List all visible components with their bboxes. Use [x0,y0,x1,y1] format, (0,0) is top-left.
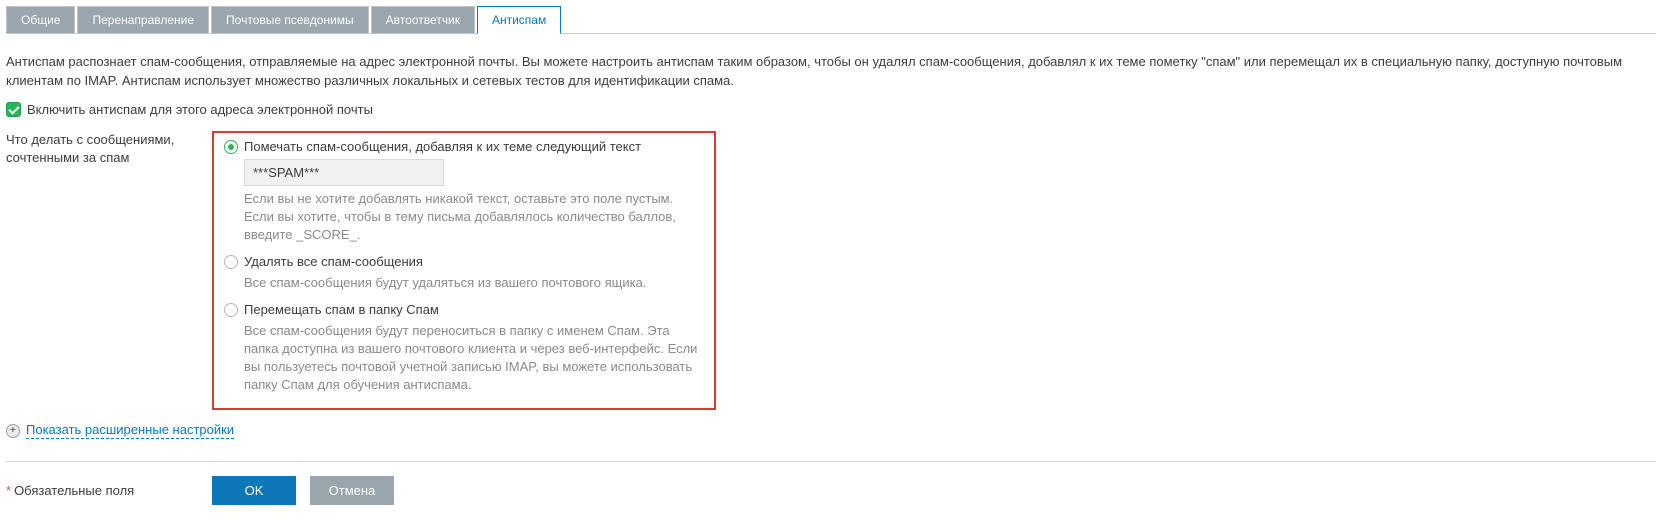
tab-forwarding[interactable]: Перенаправление [77,6,209,33]
tabs-bar: Общие Перенаправление Почтовые псевдоним… [6,6,1656,34]
required-fields-note: *Обязательные поля [6,483,212,498]
enable-antispam-label: Включить антиспам для этого адреса элект… [27,102,373,117]
radio-mark-spam[interactable] [224,140,238,154]
tab-aliases[interactable]: Почтовые псевдонимы [211,6,369,33]
radio-mark-spam-label: Помечать спам-сообщения, добавляя к их т… [244,139,641,155]
radio-mark-spam-hint: Если вы не хотите добавлять никакой текс… [244,190,698,244]
intro-text: Антиспам распознает спам-сообщения, отпр… [6,52,1656,90]
radio-move-spam-hint: Все спам-сообщения будут переноситься в … [244,322,698,394]
radio-delete-spam-label: Удалять все спам-сообщения [244,254,423,270]
tab-general[interactable]: Общие [6,6,75,33]
spam-action-label: Что делать с сообщениями, сочтенными за … [6,131,212,167]
ok-button[interactable]: OK [212,476,296,505]
tab-autoresponder[interactable]: Автоответчик [371,6,475,33]
cancel-button[interactable]: Отмена [310,476,394,505]
separator [6,461,1656,462]
radio-move-spam[interactable] [224,303,238,317]
show-advanced-toggle[interactable]: Показать расширенные настройки [26,422,234,439]
radio-move-spam-label: Перемещать спам в папку Спам [244,302,439,318]
expand-icon [6,424,20,438]
radio-delete-spam[interactable] [224,255,238,269]
spam-subject-tag-input[interactable] [244,159,444,186]
tab-antispam[interactable]: Антиспам [477,6,561,34]
enable-antispam-checkbox[interactable] [6,102,21,117]
spam-action-options: Помечать спам-сообщения, добавляя к их т… [212,131,716,410]
required-star-icon: * [6,483,11,498]
radio-delete-spam-hint: Все спам-сообщения будут удаляться из ва… [244,274,698,292]
